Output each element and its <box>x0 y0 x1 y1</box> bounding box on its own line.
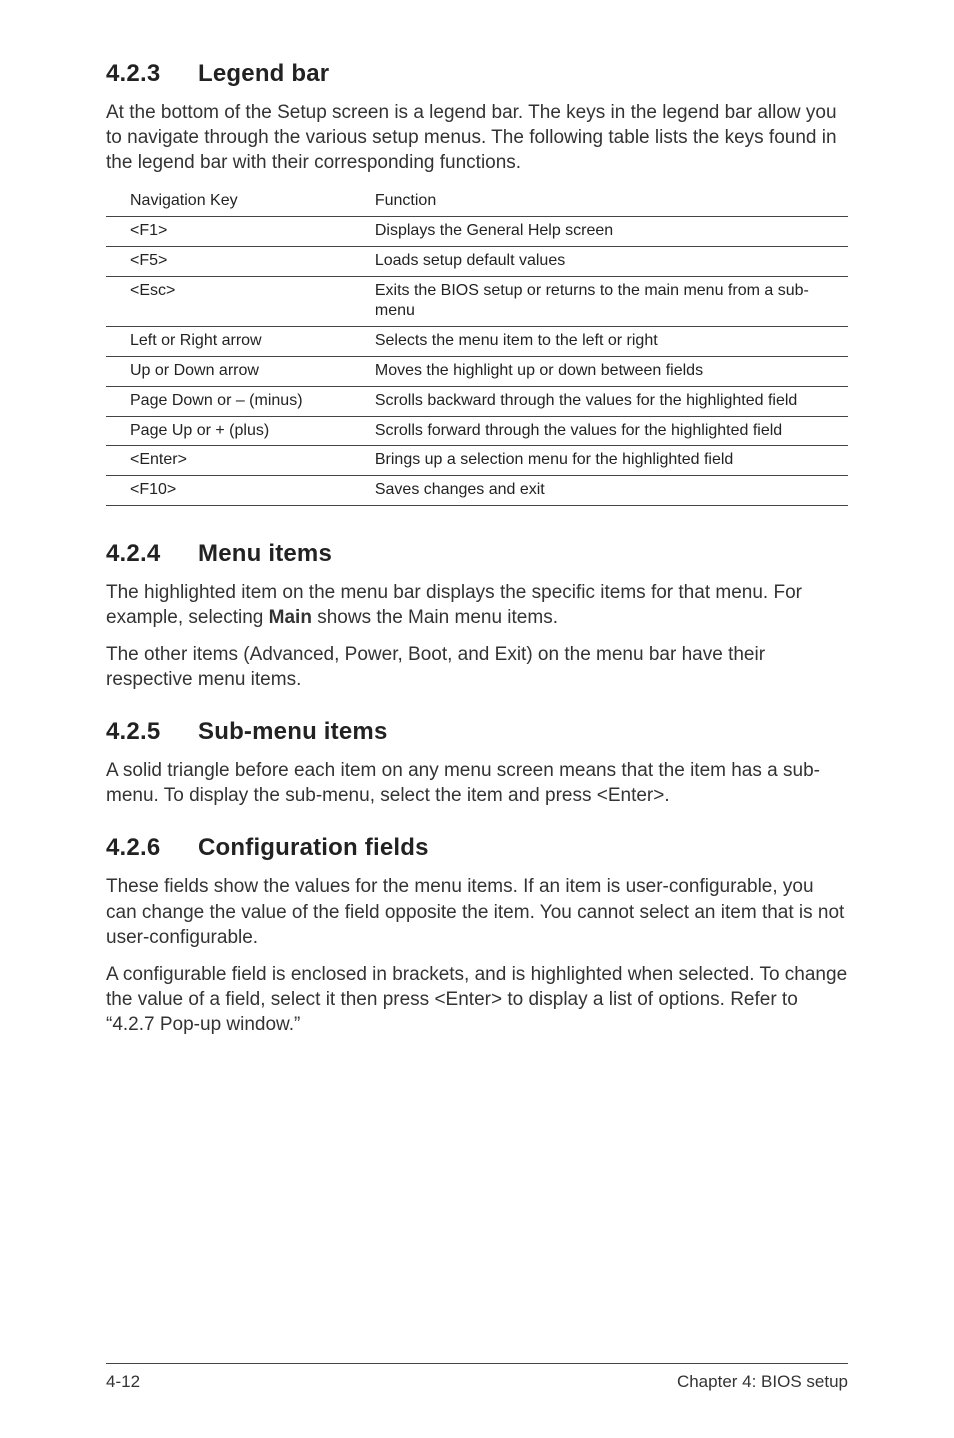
table-cell-key: Page Up or + (plus) <box>106 416 351 446</box>
para-426-2: A configurable field is enclosed in brac… <box>106 962 848 1037</box>
heading-number: 4.2.3 <box>106 60 198 88</box>
table-header-func: Function <box>351 187 848 216</box>
para-423: At the bottom of the Setup screen is a l… <box>106 100 848 175</box>
heading-title: Menu items <box>198 540 332 567</box>
table-row: Page Down or – (minus)Scrolls backward t… <box>106 386 848 416</box>
para-425: A solid triangle before each item on any… <box>106 758 848 808</box>
para-424-2: The other items (Advanced, Power, Boot, … <box>106 642 848 692</box>
table-cell-func: Loads setup default values <box>351 246 848 276</box>
table-cell-key: <Esc> <box>106 276 351 327</box>
table-cell-key: <Enter> <box>106 446 351 476</box>
heading-title: Configuration fields <box>198 834 429 861</box>
heading-number: 4.2.4 <box>106 540 198 568</box>
heading-426: 4.2.6Configuration fields <box>106 834 848 862</box>
heading-424: 4.2.4Menu items <box>106 540 848 568</box>
table-cell-func: Displays the General Help screen <box>351 217 848 247</box>
table-cell-key: Page Down or – (minus) <box>106 386 351 416</box>
table-cell-key: <F1> <box>106 217 351 247</box>
table-row: <Esc>Exits the BIOS setup or returns to … <box>106 276 848 327</box>
table-cell-func: Scrolls backward through the values for … <box>351 386 848 416</box>
table-cell-func: Moves the highlight up or down between f… <box>351 357 848 387</box>
heading-title: Sub-menu items <box>198 718 388 745</box>
text-bold: Main <box>269 607 312 628</box>
page: 4.2.3Legend bar At the bottom of the Set… <box>0 0 954 1438</box>
table-row: Up or Down arrowMoves the highlight up o… <box>106 357 848 387</box>
table-cell-key: <F5> <box>106 246 351 276</box>
table-row: <F1>Displays the General Help screen <box>106 217 848 247</box>
text: shows the Main menu items. <box>312 607 558 628</box>
table-row: Page Up or + (plus)Scrolls forward throu… <box>106 416 848 446</box>
page-footer: 4-12 Chapter 4: BIOS setup <box>106 1363 848 1392</box>
heading-423: 4.2.3Legend bar <box>106 60 848 88</box>
table-cell-func: Selects the menu item to the left or rig… <box>351 327 848 357</box>
table-row: <F10>Saves changes and exit <box>106 476 848 506</box>
heading-number: 4.2.5 <box>106 718 198 746</box>
para-424-1: The highlighted item on the menu bar dis… <box>106 580 848 630</box>
heading-number: 4.2.6 <box>106 834 198 862</box>
table-cell-func: Exits the BIOS setup or returns to the m… <box>351 276 848 327</box>
table-header-key: Navigation Key <box>106 187 351 216</box>
legend-table: Navigation Key Function <F1>Displays the… <box>106 187 848 506</box>
table-cell-func: Scrolls forward through the values for t… <box>351 416 848 446</box>
heading-title: Legend bar <box>198 60 329 87</box>
table-cell-key: Left or Right arrow <box>106 327 351 357</box>
page-number: 4-12 <box>106 1372 140 1392</box>
para-426-1: These fields show the values for the men… <box>106 874 848 949</box>
table-cell-func: Brings up a selection menu for the highl… <box>351 446 848 476</box>
table-cell-func: Saves changes and exit <box>351 476 848 506</box>
heading-425: 4.2.5Sub-menu items <box>106 718 848 746</box>
table-row: Left or Right arrowSelects the menu item… <box>106 327 848 357</box>
table-row: <Enter>Brings up a selection menu for th… <box>106 446 848 476</box>
table-row: <F5>Loads setup default values <box>106 246 848 276</box>
table-header-row: Navigation Key Function <box>106 187 848 216</box>
table-cell-key: Up or Down arrow <box>106 357 351 387</box>
chapter-label: Chapter 4: BIOS setup <box>677 1372 848 1392</box>
table-cell-key: <F10> <box>106 476 351 506</box>
